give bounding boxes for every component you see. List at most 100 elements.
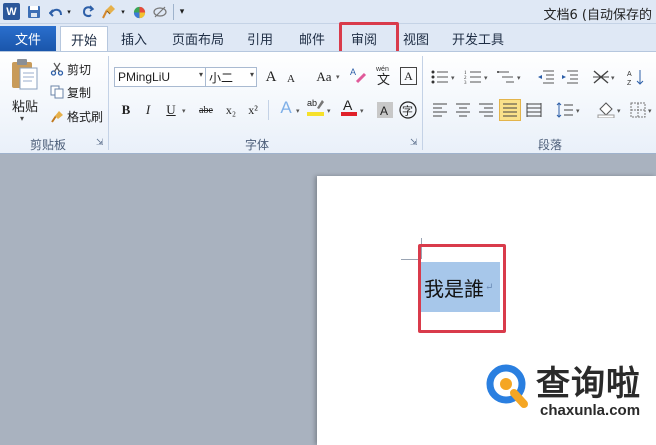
font-name-dropdown-icon[interactable]: ▾ [199, 70, 203, 79]
watermark-brand: 查询啦 [536, 364, 641, 404]
distributed-button[interactable] [524, 100, 544, 120]
line-spacing-button[interactable] [555, 100, 575, 120]
font-size-dropdown-icon[interactable]: ▾ [250, 70, 254, 79]
format-painter-button[interactable]: 格式刷 [50, 107, 103, 125]
tab-mailings[interactable]: 邮件 [292, 26, 332, 51]
underline-button[interactable]: U [161, 100, 181, 120]
font-color-button[interactable]: A [339, 97, 359, 117]
redo-icon[interactable] [80, 3, 96, 21]
format-painter-label: 格式刷 [67, 109, 104, 124]
chinese-layout-dropdown-icon[interactable]: ▾ [611, 74, 615, 82]
copy-label: 复制 [67, 85, 92, 100]
qat-dropdown-icon[interactable]: ▾ [119, 3, 127, 21]
selected-text[interactable]: 我是誰 ↵ [421, 262, 500, 312]
clear-format-button[interactable]: A [348, 65, 368, 85]
grow-font-button[interactable]: A [261, 67, 281, 87]
shrink-font-button[interactable]: A [281, 69, 301, 89]
crop-mark [401, 259, 421, 260]
change-case-dropdown-icon[interactable]: ▾ [336, 73, 340, 81]
svg-text:A: A [350, 67, 356, 77]
char-shading-button[interactable]: A [375, 100, 395, 120]
cut-button[interactable]: 剪切 [50, 60, 91, 78]
font-row-separator [268, 100, 269, 120]
watermark: 查询啦 chaxunla.com [484, 356, 654, 426]
font-size-combo[interactable]: 小二 ▾ [205, 67, 257, 87]
tab-file[interactable]: 文件 [0, 26, 56, 51]
clipboard-group-label: 剪贴板 [29, 138, 66, 152]
numbering-button[interactable]: 123 [463, 67, 483, 87]
svg-text:A: A [343, 97, 353, 113]
ribbon-home: 粘贴 ▾ 剪切 复制 格式刷 剪贴板 ⇲ PMingLiU ▾ 小二 ▾ A A… [0, 51, 656, 154]
align-right-button[interactable] [476, 100, 496, 120]
align-center-button[interactable] [453, 100, 473, 120]
font-color-dropdown-icon[interactable]: ▾ [360, 107, 364, 115]
clipboard-launcher-icon[interactable]: ⇲ [96, 138, 104, 148]
tab-insert[interactable]: 插入 [114, 26, 154, 51]
tab-references[interactable]: 引用 [240, 26, 280, 51]
align-left-button[interactable] [430, 100, 450, 120]
title-bar: W ▾ ▾ ▾ 文档6 (自动保存的 [0, 0, 656, 24]
text-effects-button[interactable]: A [276, 98, 296, 118]
undo-dropdown-icon[interactable]: ▾ [65, 3, 73, 21]
font-launcher-icon[interactable]: ⇲ [410, 138, 418, 148]
character-border-button[interactable]: A [400, 67, 417, 85]
multilevel-list-button[interactable] [496, 67, 516, 87]
svg-text:文: 文 [377, 73, 390, 86]
customize-qat-icon[interactable]: ▾ [177, 3, 187, 21]
italic-button[interactable]: I [138, 100, 158, 120]
selected-text-value: 我是誰 [424, 276, 484, 301]
subscript-button[interactable]: x₂ [221, 100, 241, 120]
tab-developer[interactable]: 开发工具 [446, 26, 510, 51]
ribbon-tabs: 文件 开始 插入 页面布局 引用 邮件 审阅 视图 开发工具 [0, 24, 656, 52]
font-group-label: 字体 [244, 138, 269, 152]
tab-view[interactable]: 视图 [396, 26, 436, 51]
font-size-value: 小二 [209, 70, 234, 85]
borders-button[interactable] [628, 100, 648, 120]
strikethrough-button[interactable]: abe [196, 100, 216, 120]
highlight-dropdown-icon[interactable]: ▾ [327, 107, 331, 115]
qat-separator [173, 4, 174, 20]
svg-text:3: 3 [464, 81, 467, 85]
font-name-combo[interactable]: PMingLiU ▾ [114, 67, 206, 87]
paste-button[interactable]: 粘贴 [12, 96, 38, 115]
enclose-characters-button[interactable]: 字 [398, 100, 418, 120]
paste-icon[interactable] [8, 58, 40, 92]
group-separator [422, 56, 423, 150]
format-painter-qat-icon[interactable] [100, 3, 118, 21]
copy-button[interactable]: 复制 [50, 83, 91, 101]
tab-home[interactable]: 开始 [60, 26, 108, 52]
undo-icon[interactable] [48, 3, 64, 21]
highlight-button[interactable]: ab [306, 97, 326, 117]
justify-button[interactable] [499, 99, 521, 121]
numbering-dropdown-icon[interactable]: ▾ [484, 74, 488, 82]
phonetic-guide-button[interactable]: wén 文 [375, 65, 395, 86]
bullets-dropdown-icon[interactable]: ▾ [451, 74, 455, 82]
shading-dropdown-icon[interactable]: ▾ [617, 107, 621, 115]
scissors-icon [50, 62, 64, 76]
sort-button[interactable]: AZ [626, 67, 646, 87]
shading-button[interactable] [596, 99, 616, 119]
save-icon[interactable] [26, 3, 42, 21]
underline-dropdown-icon[interactable]: ▾ [182, 107, 186, 115]
decrease-indent-button[interactable] [536, 67, 556, 87]
line-spacing-dropdown-icon[interactable]: ▾ [576, 107, 580, 115]
chinese-layout-button[interactable] [591, 67, 611, 87]
change-case-button[interactable]: Aa [312, 67, 336, 87]
multilevel-dropdown-icon[interactable]: ▾ [517, 74, 521, 82]
bold-button[interactable]: B [116, 100, 136, 120]
watermark-logo-icon [484, 360, 534, 410]
borders-dropdown-icon[interactable]: ▾ [648, 107, 652, 115]
tab-review[interactable]: 审阅 [344, 26, 384, 51]
bullets-button[interactable] [430, 67, 450, 87]
superscript-button[interactable]: x² [243, 100, 263, 120]
document-title: 文档6 (自动保存的 [543, 8, 652, 23]
group-separator [108, 56, 109, 150]
color-wheel-icon[interactable] [131, 3, 147, 21]
paste-dropdown-icon[interactable]: ▾ [20, 114, 24, 123]
svg-text:wén: wén [375, 66, 389, 73]
text-effects-dropdown-icon[interactable]: ▾ [296, 107, 300, 115]
draw-icon[interactable] [152, 3, 168, 21]
increase-indent-button[interactable] [560, 67, 580, 87]
crop-mark [421, 238, 422, 259]
tab-page-layout[interactable]: 页面布局 [166, 26, 230, 51]
